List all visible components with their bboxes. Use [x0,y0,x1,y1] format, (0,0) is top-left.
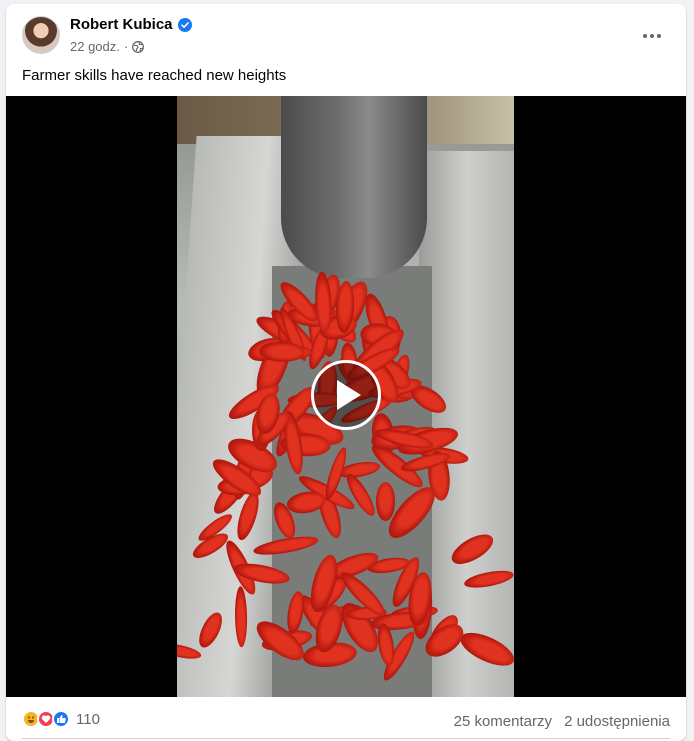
post-meta: 22 godz. · [70,39,145,54]
post-timestamp[interactable]: 22 godz. [70,39,120,54]
author-name-row: Robert Kubica [70,16,192,33]
shares-count-link[interactable]: 2 udostępnienia [564,713,670,730]
more-options-dot [650,34,654,38]
reaction-count: 110 [76,710,100,728]
reactions-summary[interactable]: 110 [22,710,100,728]
verified-badge-icon [177,17,192,32]
post-header: Robert Kubica 22 godz. · [6,4,686,64]
more-options-button[interactable] [634,18,670,54]
globe-icon[interactable] [132,40,145,53]
more-options-dot [643,34,647,38]
post-footer: 110 25 komentarzy 2 udostępnienia [6,697,686,741]
more-options-dot [657,34,661,38]
stone-wall-right [419,151,514,697]
post-card: Robert Kubica 22 godz. · Farmer skills h… [6,4,686,741]
meta-separator: · [123,39,129,54]
play-button[interactable] [311,360,381,430]
like-icon [52,710,70,728]
video-player[interactable] [6,96,686,697]
author-name[interactable]: Robert Kubica [70,16,173,33]
author-avatar[interactable] [22,16,60,54]
post-text: Farmer skills have reached new heights [22,67,287,84]
comments-count-link[interactable]: 25 komentarzy [454,713,552,730]
play-icon [337,380,361,410]
footer-divider [22,738,670,739]
chili-pepper [375,482,395,521]
stone-roller [281,96,427,278]
